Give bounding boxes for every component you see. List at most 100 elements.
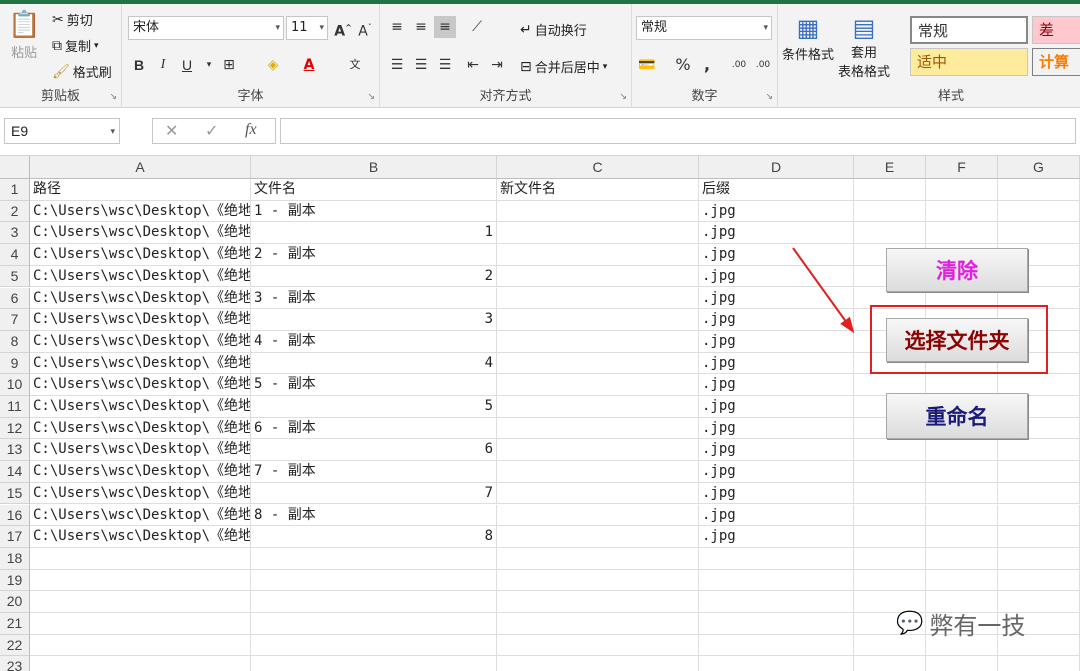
font-color-button[interactable]: A bbox=[298, 54, 320, 76]
format-painter-button[interactable]: 🖌 格式刷 bbox=[52, 62, 112, 82]
cell[interactable] bbox=[854, 439, 926, 462]
cell[interactable] bbox=[854, 569, 926, 592]
clear-button[interactable]: 清除 bbox=[886, 248, 1028, 292]
path-cell[interactable]: C:\Users\wsc\Desktop\《绝地 bbox=[30, 526, 251, 548]
cell[interactable] bbox=[998, 526, 1080, 548]
row-header[interactable]: 17 bbox=[0, 526, 30, 548]
cell[interactable] bbox=[497, 330, 699, 353]
cell[interactable] bbox=[497, 309, 699, 331]
cell[interactable] bbox=[497, 374, 699, 396]
cut-button[interactable]: ✂ 剪切 bbox=[52, 10, 93, 30]
cell[interactable] bbox=[30, 634, 251, 657]
row-header[interactable]: 12 bbox=[0, 417, 30, 440]
row-header[interactable]: 9 bbox=[0, 352, 30, 375]
row-header[interactable]: 8 bbox=[0, 330, 30, 353]
align-center-icon[interactable]: ☰ bbox=[410, 54, 432, 76]
cell[interactable] bbox=[926, 439, 998, 462]
select-folder-button[interactable]: 选择文件夹 bbox=[886, 318, 1028, 362]
cell[interactable] bbox=[30, 591, 251, 613]
extension-cell[interactable]: .jpg bbox=[699, 439, 854, 462]
phonetic-button[interactable]: 文 bbox=[344, 54, 366, 76]
cell[interactable] bbox=[926, 482, 998, 505]
filename-cell[interactable]: 5 - 副本 bbox=[251, 374, 497, 396]
cell[interactable] bbox=[30, 569, 251, 592]
cell[interactable] bbox=[497, 265, 699, 288]
table-format-button[interactable]: ▤ 套用 表格格式 bbox=[838, 14, 890, 80]
cell[interactable] bbox=[998, 504, 1080, 527]
row-header[interactable]: 14 bbox=[0, 461, 30, 483]
filename-cell[interactable]: 4 bbox=[251, 352, 497, 375]
path-cell[interactable]: C:\Users\wsc\Desktop\《绝地 bbox=[30, 352, 251, 375]
extension-cell[interactable]: .jpg bbox=[699, 374, 854, 396]
comma-button[interactable]: , bbox=[696, 54, 718, 76]
column-header-f[interactable]: F bbox=[926, 156, 998, 179]
cell[interactable] bbox=[699, 613, 854, 635]
orientation-icon[interactable]: ⟋ bbox=[466, 16, 488, 38]
row-header[interactable]: 21 bbox=[0, 613, 30, 635]
filename-cell[interactable]: 2 - 副本 bbox=[251, 244, 497, 266]
filename-cell[interactable]: 8 - 副本 bbox=[251, 504, 497, 527]
cell[interactable] bbox=[497, 504, 699, 527]
cell[interactable] bbox=[497, 482, 699, 505]
filename-cell[interactable]: 7 - 副本 bbox=[251, 461, 497, 483]
row-header[interactable]: 18 bbox=[0, 547, 30, 570]
column-header-c[interactable]: C bbox=[497, 156, 699, 179]
dialog-launcher-icon[interactable]: ↘ bbox=[109, 92, 117, 102]
row-header[interactable]: 7 bbox=[0, 309, 30, 331]
cell[interactable] bbox=[497, 591, 699, 613]
row-header[interactable]: 22 bbox=[0, 634, 30, 657]
merge-center-button[interactable]: ⊟ 合并后居中 ▾ bbox=[520, 57, 607, 77]
insert-function-button[interactable]: fx bbox=[245, 121, 257, 139]
grow-font-icon[interactable]: A^ bbox=[332, 17, 354, 40]
path-cell[interactable]: C:\Users\wsc\Desktop\《绝地 bbox=[30, 417, 251, 440]
row-header[interactable]: 3 bbox=[0, 222, 30, 245]
extension-cell[interactable]: .jpg bbox=[699, 265, 854, 288]
row-header[interactable]: 11 bbox=[0, 396, 30, 418]
extension-cell[interactable]: .jpg bbox=[699, 461, 854, 483]
cell[interactable] bbox=[926, 547, 998, 570]
row-header[interactable]: 10 bbox=[0, 374, 30, 396]
rename-button[interactable]: 重命名 bbox=[886, 393, 1028, 439]
path-cell[interactable]: C:\Users\wsc\Desktop\《绝地 bbox=[30, 309, 251, 331]
chevron-down-icon[interactable]: ▾ bbox=[198, 54, 220, 76]
shrink-font-icon[interactable]: Aˇ bbox=[354, 17, 376, 40]
path-cell[interactable]: C:\Users\wsc\Desktop\《绝地 bbox=[30, 461, 251, 483]
path-cell[interactable]: C:\Users\wsc\Desktop\《绝地 bbox=[30, 244, 251, 266]
name-box[interactable]: E9 ▾ bbox=[4, 118, 120, 144]
cell[interactable] bbox=[926, 656, 998, 671]
cancel-icon[interactable]: ✕ bbox=[165, 121, 178, 140]
decrease-decimal-button[interactable]: .00 bbox=[752, 54, 774, 76]
cell[interactable] bbox=[854, 504, 926, 527]
row-header[interactable]: 4 bbox=[0, 244, 30, 266]
cell[interactable] bbox=[699, 656, 854, 671]
filename-cell[interactable]: 7 bbox=[251, 482, 497, 505]
select-all-corner[interactable] bbox=[0, 156, 30, 179]
row-header[interactable]: 5 bbox=[0, 265, 30, 288]
row-header[interactable]: 20 bbox=[0, 591, 30, 613]
extension-cell[interactable]: .jpg bbox=[699, 417, 854, 440]
cell[interactable] bbox=[998, 547, 1080, 570]
increase-indent-icon[interactable]: ⇥ bbox=[486, 54, 508, 76]
cell[interactable] bbox=[854, 526, 926, 548]
cell[interactable] bbox=[854, 656, 926, 671]
cell[interactable] bbox=[699, 591, 854, 613]
extension-cell[interactable]: .jpg bbox=[699, 526, 854, 548]
cell[interactable] bbox=[699, 547, 854, 570]
cell[interactable] bbox=[497, 613, 699, 635]
cell[interactable] bbox=[998, 222, 1080, 245]
path-cell[interactable]: C:\Users\wsc\Desktop\《绝地 bbox=[30, 222, 251, 245]
dialog-launcher-icon[interactable]: ↘ bbox=[765, 92, 773, 102]
align-left-icon[interactable]: ☰ bbox=[386, 54, 408, 76]
row-header[interactable]: 15 bbox=[0, 482, 30, 505]
cell[interactable] bbox=[251, 591, 497, 613]
borders-icon[interactable]: ⊞ bbox=[218, 54, 240, 76]
cell[interactable] bbox=[998, 482, 1080, 505]
row-header[interactable]: 1 bbox=[0, 179, 30, 201]
cell[interactable] bbox=[998, 439, 1080, 462]
cell[interactable] bbox=[998, 179, 1080, 201]
extension-cell[interactable]: .jpg bbox=[699, 504, 854, 527]
path-cell[interactable]: C:\Users\wsc\Desktop\《绝地 bbox=[30, 482, 251, 505]
header-cell-a[interactable]: 路径 bbox=[30, 179, 251, 201]
row-header[interactable]: 16 bbox=[0, 504, 30, 527]
column-header-a[interactable]: A bbox=[30, 156, 251, 179]
